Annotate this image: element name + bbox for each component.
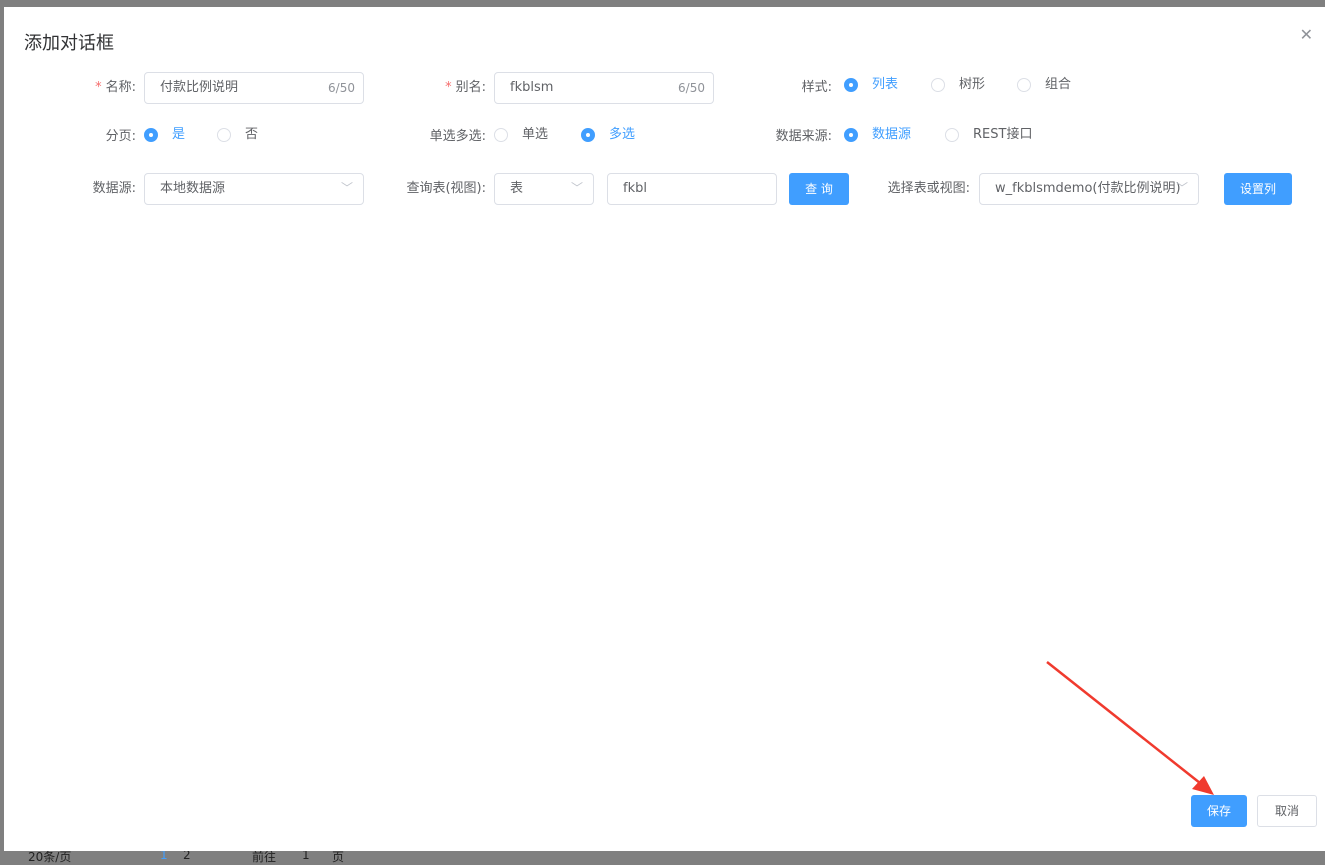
annotation-arrow	[1046, 661, 1214, 795]
